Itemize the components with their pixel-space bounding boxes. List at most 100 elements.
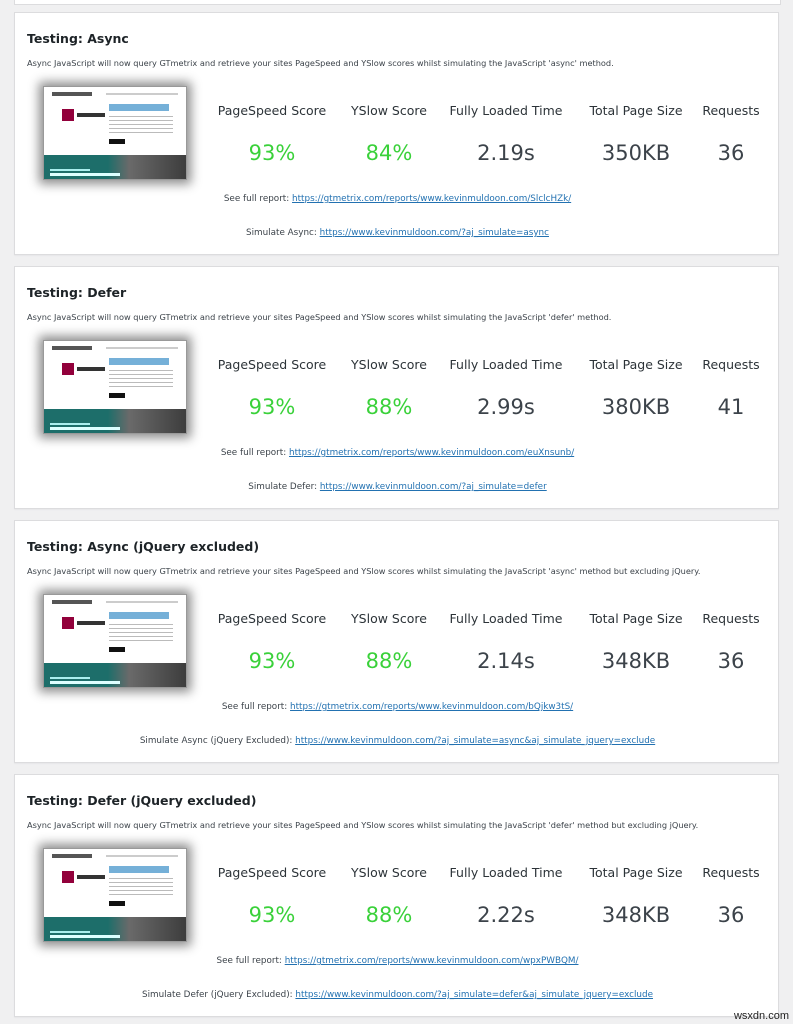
card-title: Testing: Defer (jQuery excluded) [27, 793, 257, 808]
stat-pagespeed: PageSpeed Score 93% [214, 357, 330, 419]
full-report-label: See full report: [221, 702, 288, 712]
simulate-label: Simulate Async (jQuery Excluded): [139, 736, 293, 746]
site-screenshot-thumbnail [43, 86, 187, 180]
elementor-logo-icon [62, 109, 74, 121]
stat-value: 2.19s [477, 141, 535, 165]
stat-total-page-size: Total Page Size 348KB [583, 865, 689, 927]
stat-value: 2.14s [477, 649, 535, 673]
stat-label: PageSpeed Score [217, 357, 327, 372]
stat-value: 348KB [601, 903, 671, 927]
stat-value: 88% [365, 903, 413, 927]
site-screenshot-thumbnail [43, 340, 187, 434]
stat-value: 88% [365, 649, 413, 673]
stat-value: 88% [365, 395, 413, 419]
stat-label: Requests [702, 357, 760, 372]
stat-label: YSlow Score [351, 865, 427, 880]
full-report-line: See full report: https://gtmetrix.com/re… [15, 194, 780, 204]
stat-value: 41 [717, 395, 745, 419]
stat-pagespeed: PageSpeed Score 93% [214, 611, 330, 673]
stat-value: 84% [365, 141, 413, 165]
stat-total-page-size: Total Page Size 348KB [583, 611, 689, 673]
stat-requests: Requests 36 [697, 611, 765, 673]
simulate-line: Simulate Defer: https://www.kevinmuldoon… [15, 482, 780, 492]
stat-value: 348KB [601, 649, 671, 673]
test-card-async-jquery-excluded: Testing: Async (jQuery excluded) Async J… [14, 520, 779, 763]
elementor-logo-icon [62, 363, 74, 375]
stat-label: Fully Loaded Time [449, 103, 563, 118]
simulate-label: Simulate Async: [246, 228, 317, 238]
stat-label: Requests [702, 103, 760, 118]
simulate-label: Simulate Defer: [248, 482, 318, 492]
site-screenshot-thumbnail [43, 594, 187, 688]
stat-label: Total Page Size [589, 103, 683, 118]
stat-fully-loaded-time: Fully Loaded Time 2.14s [445, 611, 567, 673]
full-report-label: See full report: [223, 194, 290, 204]
stat-requests: Requests 41 [697, 357, 765, 419]
stat-label: YSlow Score [351, 103, 427, 118]
stat-label: PageSpeed Score [217, 865, 327, 880]
full-report-link[interactable]: https://gtmetrix.com/reports/www.kevinmu… [289, 448, 574, 458]
test-card-async: Testing: Async Async JavaScript will now… [14, 12, 779, 255]
stat-value: 36 [717, 903, 745, 927]
stat-value: 2.99s [477, 395, 535, 419]
stat-yslow: YSlow Score 84% [345, 103, 433, 165]
card-description: Async JavaScript will now query GTmetrix… [27, 566, 701, 576]
full-report-link[interactable]: https://gtmetrix.com/reports/www.kevinmu… [285, 956, 579, 966]
simulate-link[interactable]: https://www.kevinmuldoon.com/?aj_simulat… [320, 228, 549, 238]
card-title: Testing: Async [27, 31, 129, 46]
stat-fully-loaded-time: Fully Loaded Time 2.99s [445, 357, 567, 419]
card-description: Async JavaScript will now query GTmetrix… [27, 58, 614, 68]
elementor-logo-icon [62, 617, 74, 629]
stat-label: YSlow Score [351, 357, 427, 372]
stat-label: Total Page Size [589, 865, 683, 880]
card-title: Testing: Async (jQuery excluded) [27, 539, 260, 554]
card-description: Async JavaScript will now query GTmetrix… [27, 820, 699, 830]
stat-value: 36 [717, 649, 745, 673]
stat-requests: Requests 36 [697, 865, 765, 927]
stat-label: PageSpeed Score [217, 103, 327, 118]
simulate-link[interactable]: https://www.kevinmuldoon.com/?aj_simulat… [295, 990, 653, 1000]
test-card-defer-jquery-excluded: Testing: Defer (jQuery excluded) Async J… [14, 774, 779, 1017]
stat-value: 93% [248, 649, 296, 673]
stat-label: Requests [702, 865, 760, 880]
simulate-link[interactable]: https://www.kevinmuldoon.com/?aj_simulat… [295, 736, 655, 746]
full-report-label: See full report: [216, 956, 282, 966]
stat-fully-loaded-time: Fully Loaded Time 2.19s [445, 103, 567, 165]
stat-value: 350KB [601, 141, 671, 165]
full-report-link[interactable]: https://gtmetrix.com/reports/www.kevinmu… [290, 702, 573, 712]
stat-fully-loaded-time: Fully Loaded Time 2.22s [445, 865, 567, 927]
stat-yslow: YSlow Score 88% [345, 357, 433, 419]
full-report-link[interactable]: https://gtmetrix.com/reports/www.kevinmu… [292, 194, 571, 204]
stat-value: 380KB [601, 395, 671, 419]
full-report-line: See full report: https://gtmetrix.com/re… [15, 956, 780, 966]
full-report-label: See full report: [220, 448, 287, 458]
simulate-line: Simulate Defer (jQuery Excluded): https:… [15, 990, 780, 1000]
simulate-line: Simulate Async: https://www.kevinmuldoon… [15, 228, 780, 238]
site-screenshot-thumbnail [43, 848, 187, 942]
simulate-link[interactable]: https://www.kevinmuldoon.com/?aj_simulat… [320, 482, 547, 492]
elementor-logo-icon [62, 871, 74, 883]
stat-pagespeed: PageSpeed Score 93% [214, 865, 330, 927]
stat-label: Fully Loaded Time [449, 865, 563, 880]
simulate-label: Simulate Defer (jQuery Excluded): [142, 990, 293, 1000]
card-title: Testing: Defer [27, 285, 127, 300]
stat-label: Requests [702, 611, 760, 626]
simulate-line: Simulate Async (jQuery Excluded): https:… [15, 736, 780, 746]
stat-total-page-size: Total Page Size 350KB [583, 103, 689, 165]
stat-pagespeed: PageSpeed Score 93% [214, 103, 330, 165]
stat-yslow: YSlow Score 88% [345, 865, 433, 927]
stat-label: Total Page Size [589, 611, 683, 626]
stat-value: 93% [248, 903, 296, 927]
stat-value: 93% [248, 395, 296, 419]
stat-requests: Requests 36 [697, 103, 765, 165]
stat-value: 2.22s [477, 903, 535, 927]
full-report-line: See full report: https://gtmetrix.com/re… [15, 448, 780, 458]
stat-label: Total Page Size [589, 357, 683, 372]
stat-label: Fully Loaded Time [449, 611, 563, 626]
stat-label: YSlow Score [351, 611, 427, 626]
stat-value: 93% [248, 141, 296, 165]
full-report-line: See full report: https://gtmetrix.com/re… [15, 702, 780, 712]
stat-label: PageSpeed Score [217, 611, 327, 626]
stat-yslow: YSlow Score 88% [345, 611, 433, 673]
stat-label: Fully Loaded Time [449, 357, 563, 372]
